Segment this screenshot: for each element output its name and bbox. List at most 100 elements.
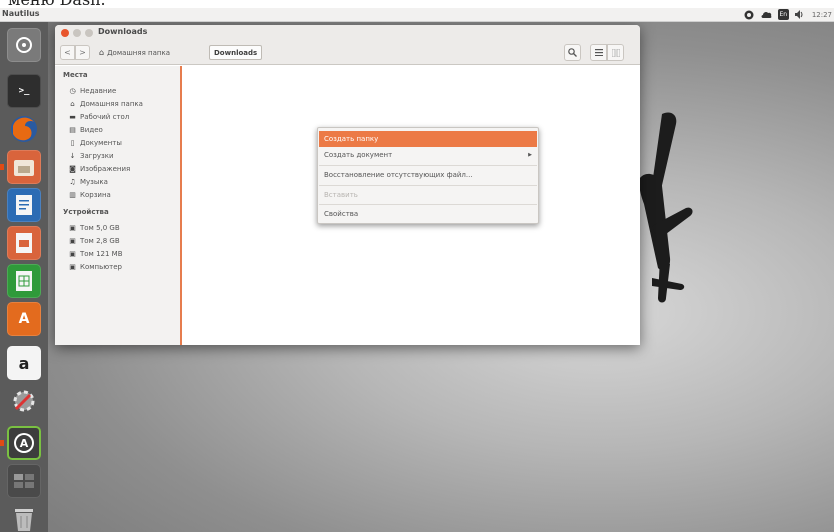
maximize-window-button[interactable] [85, 29, 93, 37]
drive-icon: ▣ [69, 250, 76, 258]
sidebar-heading-devices: Устройства [63, 208, 109, 216]
writer-icon[interactable] [7, 188, 41, 222]
sidebar-item-volume-5gb[interactable]: ▣ Том 5,0 GB [68, 224, 120, 232]
menu-separator [319, 204, 537, 205]
running-indicator [0, 164, 4, 170]
sidebar-item-computer[interactable]: ▣ Компьютер [68, 263, 122, 271]
dash-icon[interactable] [7, 28, 41, 62]
svg-text:A: A [20, 437, 29, 450]
amazon-icon[interactable]: a [7, 346, 41, 380]
caption-fragment: меню Dash. [0, 0, 834, 8]
active-app-name: Nautilus [2, 9, 40, 18]
sidebar-item-label: Том 5,0 GB [80, 224, 120, 232]
menu-separator [319, 165, 537, 166]
chevron-right-icon: > [79, 48, 86, 57]
submenu-arrow-icon: ▶ [528, 152, 532, 158]
minimize-window-button[interactable] [73, 29, 81, 37]
clock-icon: ◷ [69, 87, 76, 95]
context-menu: Создать папку Создать документ ▶ Восстан… [317, 127, 539, 224]
trash-icon: ▥ [69, 191, 76, 199]
software-center-icon[interactable]: A [7, 302, 41, 336]
document-icon: ▯ [70, 139, 75, 147]
top-panel: Nautilus En 12:27 [0, 8, 834, 22]
sidebar-item-label: Загрузки [80, 152, 114, 160]
music-icon: ♫ [69, 178, 76, 186]
forward-button[interactable]: > [75, 45, 90, 60]
calc-icon[interactable] [7, 264, 41, 298]
system-settings-icon[interactable] [7, 384, 41, 418]
breadcrumb-current[interactable]: Downloads [209, 45, 263, 60]
sidebar-item-label: Корзина [80, 191, 111, 199]
launcher: >_ A a A [0, 22, 48, 532]
video-icon: ▤ [69, 126, 76, 134]
firefox-icon[interactable] [7, 112, 41, 146]
grid-icon [611, 48, 620, 57]
indicator-area: En 12:27 [744, 9, 832, 20]
menu-item-create-document[interactable]: Создать документ ▶ [319, 147, 537, 163]
sidebar-item-documents[interactable]: ▯ Документы [68, 139, 122, 147]
sidebar-item-volume-2-8gb[interactable]: ▣ Том 2,8 GB [68, 237, 120, 245]
back-button[interactable]: < [60, 45, 75, 60]
sidebar-item-video[interactable]: ▤ Видео [68, 126, 103, 134]
update-manager-icon[interactable]: A [7, 426, 41, 460]
camera-icon: ◙ [69, 165, 76, 173]
sidebar-item-recent[interactable]: ◷ Недавние [68, 87, 116, 95]
window-title: Downloads [98, 27, 148, 36]
sidebar-item-label: Недавние [80, 87, 117, 95]
sidebar-item-label: Документы [80, 139, 122, 147]
cloud-icon[interactable] [761, 9, 772, 20]
impress-icon[interactable] [7, 226, 41, 260]
file-manager-icon[interactable] [7, 150, 41, 184]
search-icon [568, 48, 577, 57]
volume-icon[interactable] [795, 9, 806, 20]
drive-icon: ▣ [69, 237, 76, 245]
search-button[interactable] [564, 44, 581, 61]
amazon-glyph: a [18, 353, 30, 373]
sidebar-item-downloads[interactable]: ↓ Загрузки [68, 152, 114, 160]
sidebar-item-trash[interactable]: ▥ Корзина [68, 191, 111, 199]
sidebar-item-volume-121mb[interactable]: ▣ Том 121 MB [68, 250, 123, 258]
home-icon: ⌂ [99, 48, 105, 57]
menu-item-label: Создать папку [324, 135, 379, 143]
sidebar-item-label: Том 121 MB [80, 250, 123, 258]
sidebar: Места ◷ Недавние ⌂ Домашняя папка ▬ Рабо… [55, 66, 182, 345]
trash-icon[interactable] [7, 502, 41, 532]
menu-item-properties[interactable]: Свойства [319, 206, 537, 222]
sidebar-heading-places: Места [63, 71, 88, 79]
running-indicator [0, 440, 4, 446]
sidebar-item-pictures[interactable]: ◙ Изображения [68, 165, 130, 173]
menu-item-label: Создать документ [324, 151, 393, 159]
circle-indicator-icon[interactable] [744, 9, 755, 20]
drive-icon: ▣ [69, 224, 76, 232]
menu-item-label: Вставить [324, 191, 358, 199]
chevron-left-icon: < [64, 48, 71, 57]
terminal-icon[interactable]: >_ [7, 74, 41, 108]
sidebar-item-label: Компьютер [80, 263, 122, 271]
menu-item-paste: Вставить [319, 187, 537, 203]
list-view-button[interactable] [590, 44, 607, 61]
menu-item-label: Свойства [324, 210, 359, 218]
keyboard-layout-label: En [779, 11, 788, 18]
sidebar-item-label: Рабочий стол [80, 113, 130, 121]
toolbar: < > ⌂ Домашняя папка Downloads [55, 41, 640, 65]
menu-item-create-folder[interactable]: Создать папку [319, 131, 537, 147]
sidebar-item-label: Музыка [80, 178, 108, 186]
close-window-button[interactable] [61, 29, 69, 37]
breadcrumb-home[interactable]: ⌂ Домашняя папка [95, 45, 174, 60]
menu-item-label: Восстановление отсутствующих файл... [324, 171, 473, 179]
home-icon: ⌂ [70, 100, 75, 108]
desktop-folder-icon: ▬ [69, 113, 76, 121]
menu-item-restore-missing-files[interactable]: Восстановление отсутствующих файл... [319, 167, 537, 183]
workspace-switcher-icon[interactable] [7, 464, 41, 498]
sidebar-item-desktop[interactable]: ▬ Рабочий стол [68, 113, 129, 121]
sidebar-item-music[interactable]: ♫ Музыка [68, 178, 108, 186]
menu-separator [319, 185, 537, 186]
sidebar-item-home[interactable]: ⌂ Домашняя папка [68, 100, 143, 108]
window-titlebar[interactable]: Downloads [55, 25, 640, 41]
keyboard-layout-icon[interactable]: En [777, 9, 789, 20]
computer-icon: ▣ [69, 263, 76, 271]
sidebar-item-label: Том 2,8 GB [80, 237, 120, 245]
grid-view-button[interactable] [607, 44, 624, 61]
download-icon: ↓ [69, 152, 76, 160]
clock[interactable]: 12:27 [812, 11, 832, 19]
